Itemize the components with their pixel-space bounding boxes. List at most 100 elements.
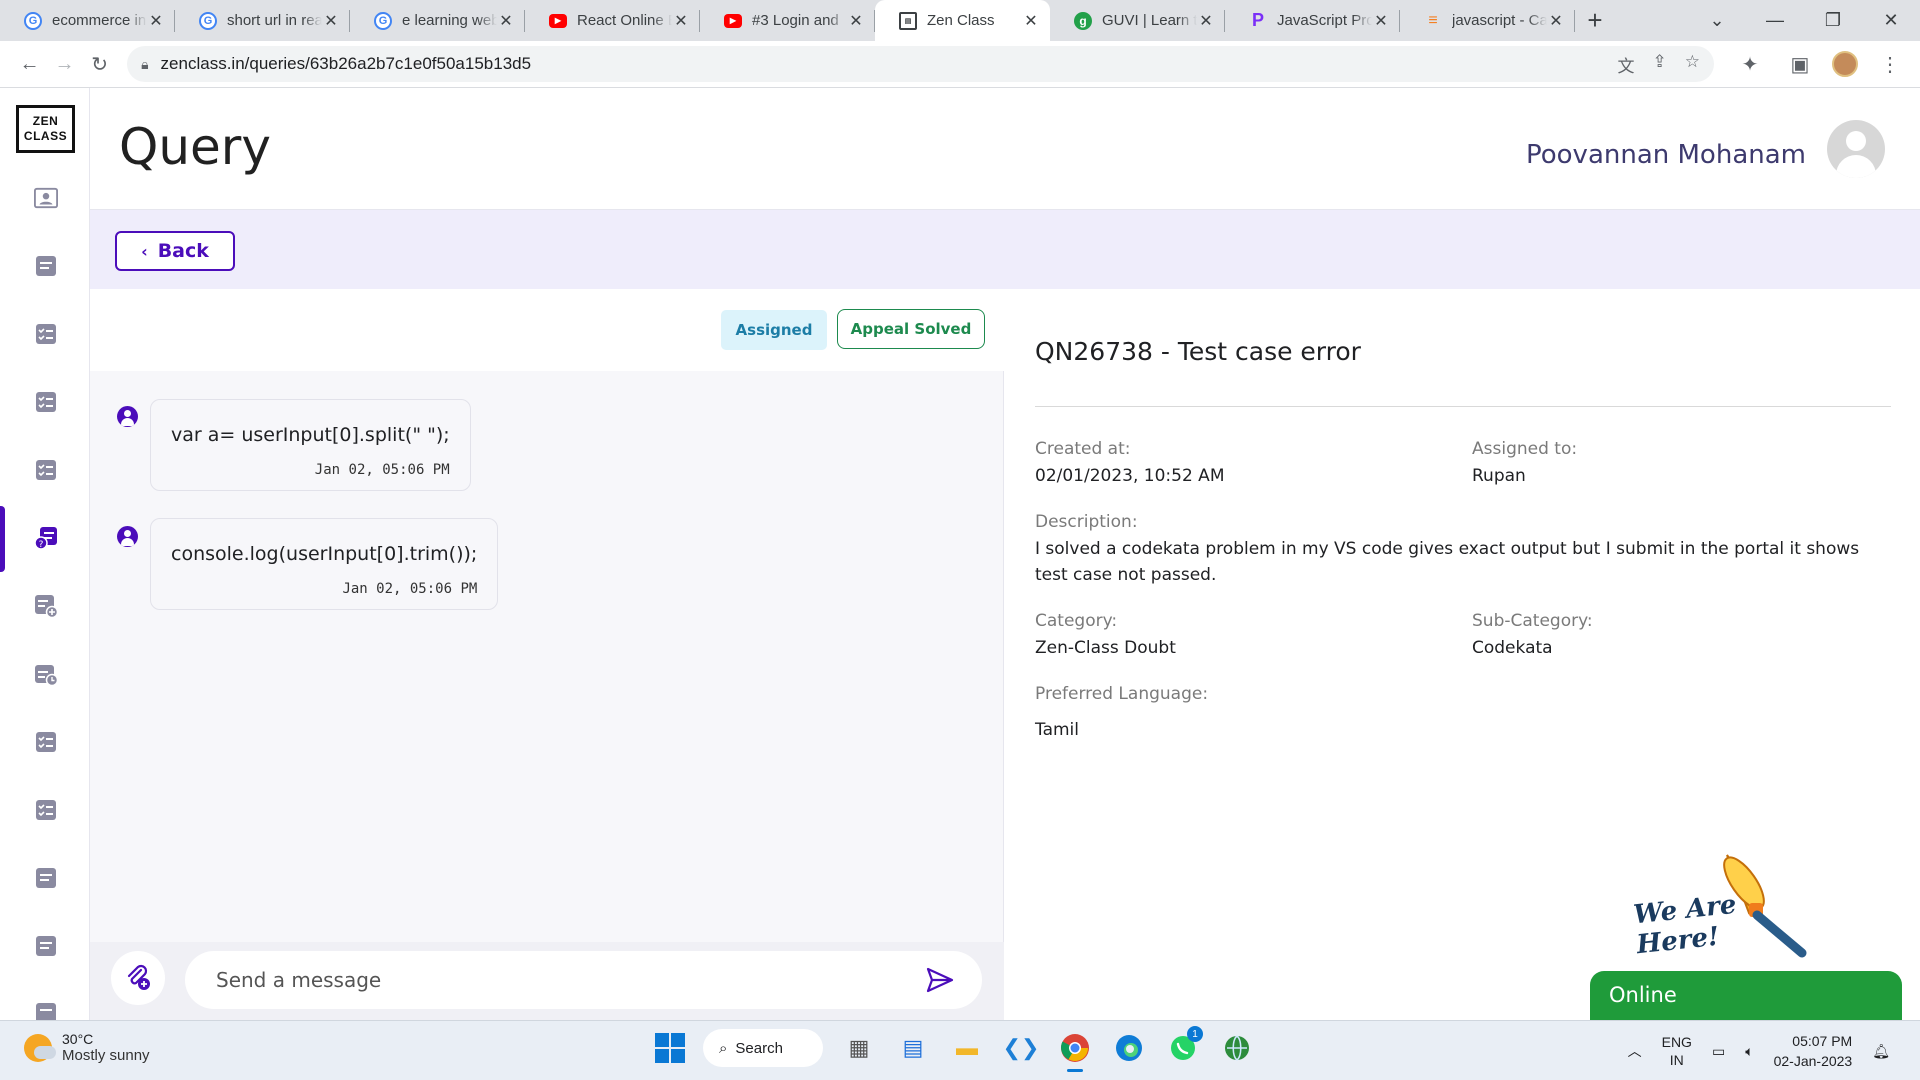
google-icon: G [199,11,217,30]
tab-close-icon[interactable]: ✕ [672,11,690,31]
minimize-icon[interactable]: — [1746,0,1804,41]
bookmark-star-icon[interactable]: ☆ [1685,52,1700,77]
message-time: Jan 02, 05:06 PM [342,581,478,597]
notification-bell-icon[interactable]: 🔔︎ [1872,1043,1890,1060]
network-icon[interactable]: ▭ [1712,1043,1725,1060]
description-value: I solved a codekata problem in my VS cod… [1035,539,1860,585]
url-text[interactable]: zenclass.in/queries/63b26a2b7c1e0f50a15b… [161,54,532,74]
tab-title: short url in rea [227,12,322,29]
sub-category-label: Sub-Category: [1472,611,1593,631]
browser-tab[interactable]: P JavaScript Pro ✕ [1225,0,1400,41]
tab-close-icon[interactable]: ✕ [1197,11,1215,31]
calendar-requirements-icon[interactable] [34,663,58,686]
add-task-icon[interactable] [34,595,58,618]
back-arrow-icon[interactable]: ← [12,46,47,82]
os-taskbar: 30°C Mostly sunny ⌕ Search ▦ ▤ ▬ ❮❯ 1 ︿ … [0,1020,1920,1080]
logo-text-top: ZEN [32,114,59,128]
attach-file-icon[interactable] [111,951,165,1005]
lock-icon[interactable]: 🔒︎ [141,56,148,73]
globe-app-icon[interactable] [1219,1030,1255,1066]
google-icon: G [24,11,42,30]
leave-list-icon[interactable] [34,867,58,889]
back-button[interactable]: ‹ Back [115,231,235,271]
back-bar: ‹ Back [90,210,1920,289]
window-controls: ⌄ — ❐ ✕ [1688,0,1920,41]
browser-tab[interactable]: ▶ React Online E ✕ [525,0,700,41]
browser-tab[interactable]: ≡ javascript - Ca ✕ [1400,0,1575,41]
appeal-solved-button[interactable]: Appeal Solved [837,309,985,349]
tab-close-icon[interactable]: ✕ [1547,11,1565,31]
tab-title: ecommerce in [52,12,147,29]
tab-close-icon[interactable]: ✕ [1022,11,1040,31]
tab-close-icon[interactable]: ✕ [147,11,165,31]
reload-icon[interactable]: ↻ [82,46,117,82]
notepad-icon[interactable]: ▤ [895,1030,931,1066]
side-panel-icon[interactable]: ▣ [1782,46,1818,82]
webcode-checklist-icon[interactable] [34,459,58,481]
active-nav-indicator [0,506,5,572]
more-list-icon[interactable] [34,1002,58,1020]
capstone-checklist-icon[interactable] [34,799,58,821]
message-input[interactable] [185,951,982,1009]
input-language[interactable]: ENG IN [1662,1033,1692,1069]
windows-start-icon[interactable] [655,1033,685,1063]
zen-class-logo[interactable]: ZEN CLASS [16,105,75,153]
browser-tab-active[interactable]: ▤ Zen Class ✕ [875,0,1050,41]
user-name[interactable]: Poovannan Mohanam [1526,140,1806,170]
notification-badge: 1 [1187,1026,1203,1042]
menu-dots-icon[interactable]: ⋮ [1872,46,1908,82]
forward-arrow-icon[interactable]: → [47,46,82,82]
chrome-icon[interactable] [1057,1030,1093,1072]
translate-icon[interactable]: 文 [1618,52,1635,77]
certificate-list-icon[interactable] [34,935,58,957]
weather-sun-icon [24,1033,56,1062]
tab-close-icon[interactable]: ✕ [847,11,865,31]
tab-close-icon[interactable]: ✕ [497,11,515,31]
tab-close-icon[interactable]: ✕ [1372,11,1390,31]
browser-toolbar: ← → ↻ 🔒︎ zenclass.in/queries/63b26a2b7c1… [0,41,1920,88]
task-checklist-icon[interactable] [34,323,58,345]
sidebar: ZEN CLASS ? [0,88,90,1020]
profile-card-icon[interactable] [34,187,58,209]
system-clock[interactable]: 05:07 PM 02-Jan-2023 [1774,1031,1853,1071]
assigned-to-label: Assigned to: [1472,439,1578,459]
browser-tab[interactable]: G short url in rea ✕ [175,0,350,41]
browser-tab[interactable]: ▶ #3 Login and ✕ [700,0,875,41]
user-circle-icon [117,406,138,427]
assignment-checklist-icon[interactable] [34,391,58,413]
new-tab-icon[interactable]: + [1575,0,1615,41]
extensions-icon[interactable]: ✦ [1732,46,1768,82]
promo-text: We Are Here! [1632,890,1741,960]
browser-tab[interactable]: G ecommerce in ✕ [0,0,175,41]
profile-avatar[interactable] [1832,51,1858,77]
we-are-here-promo[interactable]: We Are Here! [1632,845,1815,975]
browser-tab[interactable]: G e learning web ✕ [350,0,525,41]
queries-icon[interactable]: ? [34,527,58,550]
address-bar[interactable]: 🔒︎ zenclass.in/queries/63b26a2b7c1e0f50a… [127,46,1714,82]
edge-icon[interactable] [1111,1030,1147,1066]
tab-close-icon[interactable]: ✕ [322,11,340,31]
close-window-icon[interactable]: ✕ [1862,0,1920,41]
divider [1035,406,1891,407]
online-chat-button[interactable]: Online [1590,971,1902,1020]
file-explorer-icon[interactable]: ▬ [949,1030,985,1066]
clock-date: 02-Jan-2023 [1773,1053,1853,1069]
weather-widget[interactable]: 30°C Mostly sunny [24,1031,150,1064]
portfolio-checklist-icon[interactable] [34,731,58,753]
volume-icon[interactable]: 🔈︎ [1745,1043,1753,1060]
programiz-icon: P [1251,10,1264,30]
chevron-up-icon[interactable]: ︿ [1628,1041,1642,1061]
share-icon[interactable]: ⇪ [1653,52,1667,77]
whatsapp-icon[interactable]: 1 [1165,1026,1203,1066]
taskbar-search[interactable]: ⌕ Search [703,1029,823,1067]
restore-icon[interactable]: ❐ [1804,0,1862,41]
browser-tab[interactable]: g GUVI | Learn t ✕ [1050,0,1225,41]
send-icon[interactable] [925,966,955,994]
calculator-icon[interactable]: ▦ [841,1030,877,1066]
tab-title: JavaScript Pro [1277,12,1372,29]
user-avatar[interactable] [1827,120,1885,178]
tab-search-icon[interactable]: ⌄ [1688,0,1746,41]
vscode-icon[interactable]: ❮❯ [1003,1030,1040,1066]
clock-time: 05:07 PM [1792,1033,1853,1049]
class-list-icon[interactable] [34,255,58,277]
